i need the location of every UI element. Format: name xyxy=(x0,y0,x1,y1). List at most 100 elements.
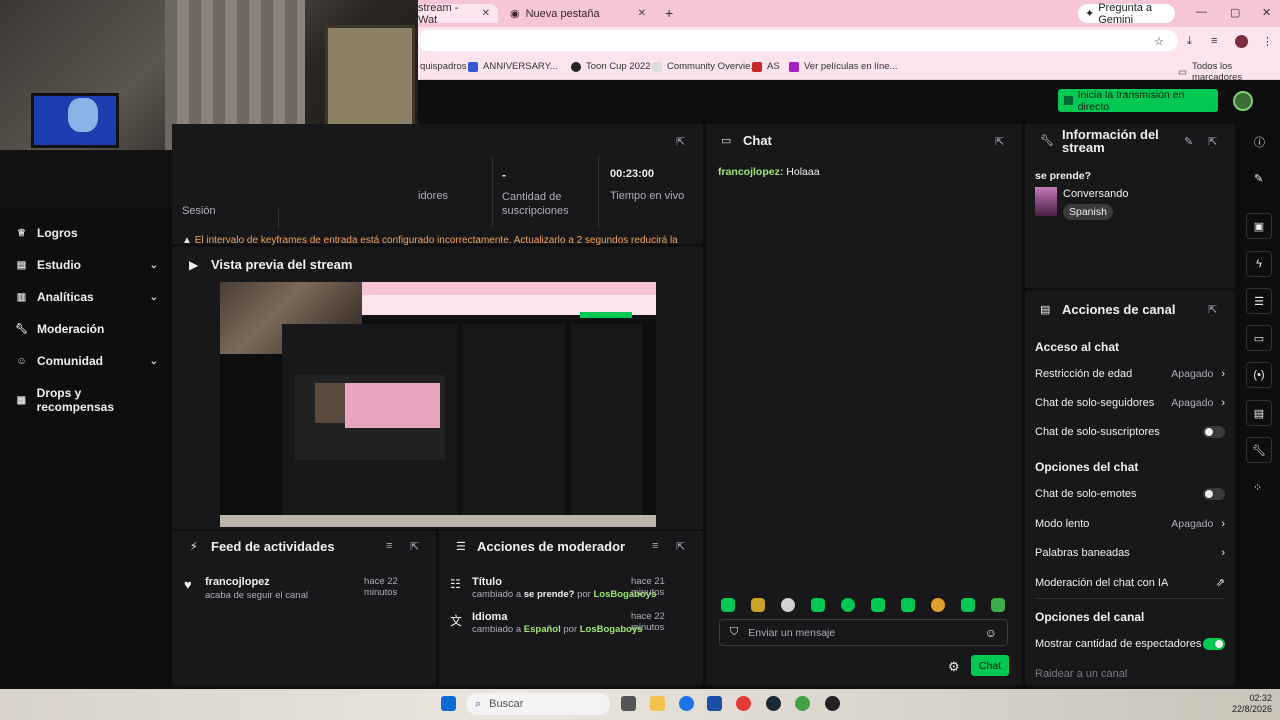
studio-icon: ▤ xyxy=(16,259,27,271)
popout-icon[interactable]: ⇱ xyxy=(1208,303,1217,316)
banned-words-row[interactable]: Palabras baneadas › xyxy=(1035,547,1225,559)
mod-action-prefix: cambiado a xyxy=(472,624,522,635)
subs-only-toggle[interactable] xyxy=(1203,426,1225,438)
omnibox[interactable] xyxy=(418,30,1178,51)
maximize-icon[interactable]: ▢ xyxy=(1230,6,1240,19)
preview-actions xyxy=(570,324,642,519)
bookmark-item[interactable]: quispadros xyxy=(420,61,466,72)
sidebar-item-estudio[interactable]: ▤ Estudio ⌄ xyxy=(16,258,158,272)
pencil-icon[interactable]: ✎ xyxy=(1184,135,1193,148)
bookmark-item[interactable]: Community Overvie... xyxy=(652,61,758,72)
sidebar-item-analiticas[interactable]: ▥ Analíticas ⌄ xyxy=(16,290,158,304)
download-icon[interactable]: ⤓ xyxy=(1187,35,1192,48)
info-icon[interactable]: ⓘ xyxy=(1254,134,1265,150)
emote-icon[interactable] xyxy=(751,598,765,612)
go-live-button[interactable]: Inicia la transmisión en directo xyxy=(1058,89,1218,113)
emotes-only-toggle[interactable] xyxy=(1203,488,1225,500)
file-explorer-icon[interactable] xyxy=(650,696,665,711)
close-window-icon[interactable]: ✕ xyxy=(1262,6,1271,19)
bookmark-item[interactable]: Toon Cup 2022 xyxy=(571,61,650,72)
rail-button-studio[interactable]: ▣ xyxy=(1246,213,1272,239)
taskbar-search[interactable]: ⌕ Buscar xyxy=(466,693,610,715)
channel-avatar[interactable] xyxy=(1233,91,1253,111)
minimize-icon[interactable]: — xyxy=(1196,6,1207,18)
popout-icon[interactable]: ⇱ xyxy=(1208,135,1217,148)
chevron-right-icon: › xyxy=(1221,397,1225,409)
emoji-icon[interactable]: ☺ xyxy=(985,626,997,640)
gemini-button[interactable]: ✦ Pregunta a Gemini xyxy=(1078,2,1175,26)
raid-row[interactable]: Raidear a un canal xyxy=(1035,668,1225,680)
emote-icon[interactable] xyxy=(871,598,885,612)
chevron-right-icon: › xyxy=(1221,368,1225,380)
browser-tab-new[interactable]: ◉ Nueva pestaña ✕ xyxy=(502,4,654,23)
emote-icon[interactable] xyxy=(781,598,795,612)
popout-icon[interactable]: ⇱ xyxy=(410,540,419,553)
rail-button-activity[interactable]: ϟ xyxy=(1246,251,1272,277)
bookmark-icon xyxy=(571,61,581,72)
followers-label: idores xyxy=(418,190,448,202)
filter-icon[interactable]: ≡ xyxy=(652,540,658,552)
filter-icon[interactable]: ≡ xyxy=(386,540,392,552)
bookmark-item[interactable]: ANNIVERSARY... xyxy=(468,61,558,72)
bookmark-item[interactable]: AS xyxy=(752,61,780,72)
windows-start-icon[interactable] xyxy=(441,696,456,711)
popout-icon[interactable]: ⇱ xyxy=(676,135,685,148)
browser-tab-stream[interactable]: stream - Wat ✕ xyxy=(410,2,498,26)
profile-avatar[interactable] xyxy=(1235,35,1248,48)
actions-icon: ▤ xyxy=(1253,407,1265,420)
store-icon[interactable] xyxy=(707,696,722,711)
extensions-icon[interactable]: ⁘ xyxy=(1253,481,1262,494)
obs-icon[interactable] xyxy=(825,696,840,711)
folder-icon: ▭ xyxy=(1178,66,1187,78)
bookmark-item[interactable]: Ver películas en líne... xyxy=(789,61,897,72)
close-icon[interactable]: ✕ xyxy=(482,8,490,19)
subs-label: Cantidad de suscripciones xyxy=(502,191,569,217)
emote-icon[interactable] xyxy=(721,598,735,612)
steam-icon[interactable] xyxy=(766,696,781,711)
sidebar-item-drops[interactable]: ▦ Drops y recompensas xyxy=(16,386,158,414)
star-icon[interactable]: ☆ xyxy=(1154,35,1164,48)
chevron-right-icon: › xyxy=(1221,518,1225,530)
rail-button-moderation[interactable]: 🔧︎ xyxy=(1246,437,1272,463)
chat-input[interactable]: ⛉ Enviar un mensaje ☺ xyxy=(719,619,1008,646)
menu-icon[interactable]: ⋮ xyxy=(1262,35,1273,48)
task-view-icon[interactable] xyxy=(621,696,636,711)
edge-icon[interactable] xyxy=(679,696,694,711)
age-restriction-row[interactable]: Restricción de edad Apagado › xyxy=(1035,368,1225,380)
emote-icon[interactable] xyxy=(841,598,855,612)
wrench-icon: 🔧︎ xyxy=(1252,444,1266,457)
followers-only-row[interactable]: Chat de solo-seguidores Apagado › xyxy=(1035,397,1225,409)
popout-icon[interactable]: ⇱ xyxy=(995,135,1004,148)
emote-icon[interactable] xyxy=(961,598,975,612)
rail-button-chat[interactable]: ▭ xyxy=(1246,325,1272,351)
emote-icon[interactable] xyxy=(811,598,825,612)
taskbar-clock[interactable]: 02:32 22/8/2026 xyxy=(1232,693,1272,715)
rail-button-list[interactable]: ☰ xyxy=(1246,288,1272,314)
new-tab-button[interactable]: + xyxy=(665,5,673,21)
activity-user[interactable]: francojlopez xyxy=(205,576,270,588)
chrome-icon[interactable] xyxy=(736,696,751,711)
sidebar-item-moderacion[interactable]: 🔧︎ Moderación xyxy=(15,322,158,336)
pencil-icon[interactable]: ✎ xyxy=(1254,172,1263,185)
settings-icon[interactable]: ⚙ xyxy=(948,659,960,675)
slow-mode-row[interactable]: Modo lento Apagado › xyxy=(1035,518,1225,530)
show-viewers-toggle[interactable] xyxy=(1203,638,1225,650)
sidebar-item-comunidad[interactable]: ☺ Comunidad ⌄ xyxy=(16,354,158,368)
chat-username[interactable]: francojlopez: xyxy=(718,166,783,178)
close-icon[interactable]: ✕ xyxy=(638,8,646,19)
chrome-profile-icon[interactable] xyxy=(795,696,810,711)
emote-icon[interactable] xyxy=(901,598,915,612)
emote-icon[interactable] xyxy=(931,598,945,612)
tab-search-icon[interactable]: ≡ xyxy=(1211,35,1217,47)
ai-moderation-row[interactable]: Moderación del chat con IA ⇗ xyxy=(1035,576,1225,590)
chat-send-button[interactable]: Chat xyxy=(971,655,1009,676)
popout-icon[interactable]: ⇱ xyxy=(676,540,685,553)
stream-preview-video[interactable] xyxy=(220,282,656,527)
shield-icon[interactable]: ⛉ xyxy=(730,626,738,639)
sidebar-item-label: Logros xyxy=(37,226,78,240)
emote-icon[interactable] xyxy=(991,598,1005,612)
stats-header xyxy=(418,124,703,156)
rail-button-actions[interactable]: ▤ xyxy=(1246,400,1272,426)
sidebar-item-logros[interactable]: ♕ Logros xyxy=(16,226,158,240)
rail-button-broadcast[interactable]: (•) xyxy=(1246,362,1272,388)
